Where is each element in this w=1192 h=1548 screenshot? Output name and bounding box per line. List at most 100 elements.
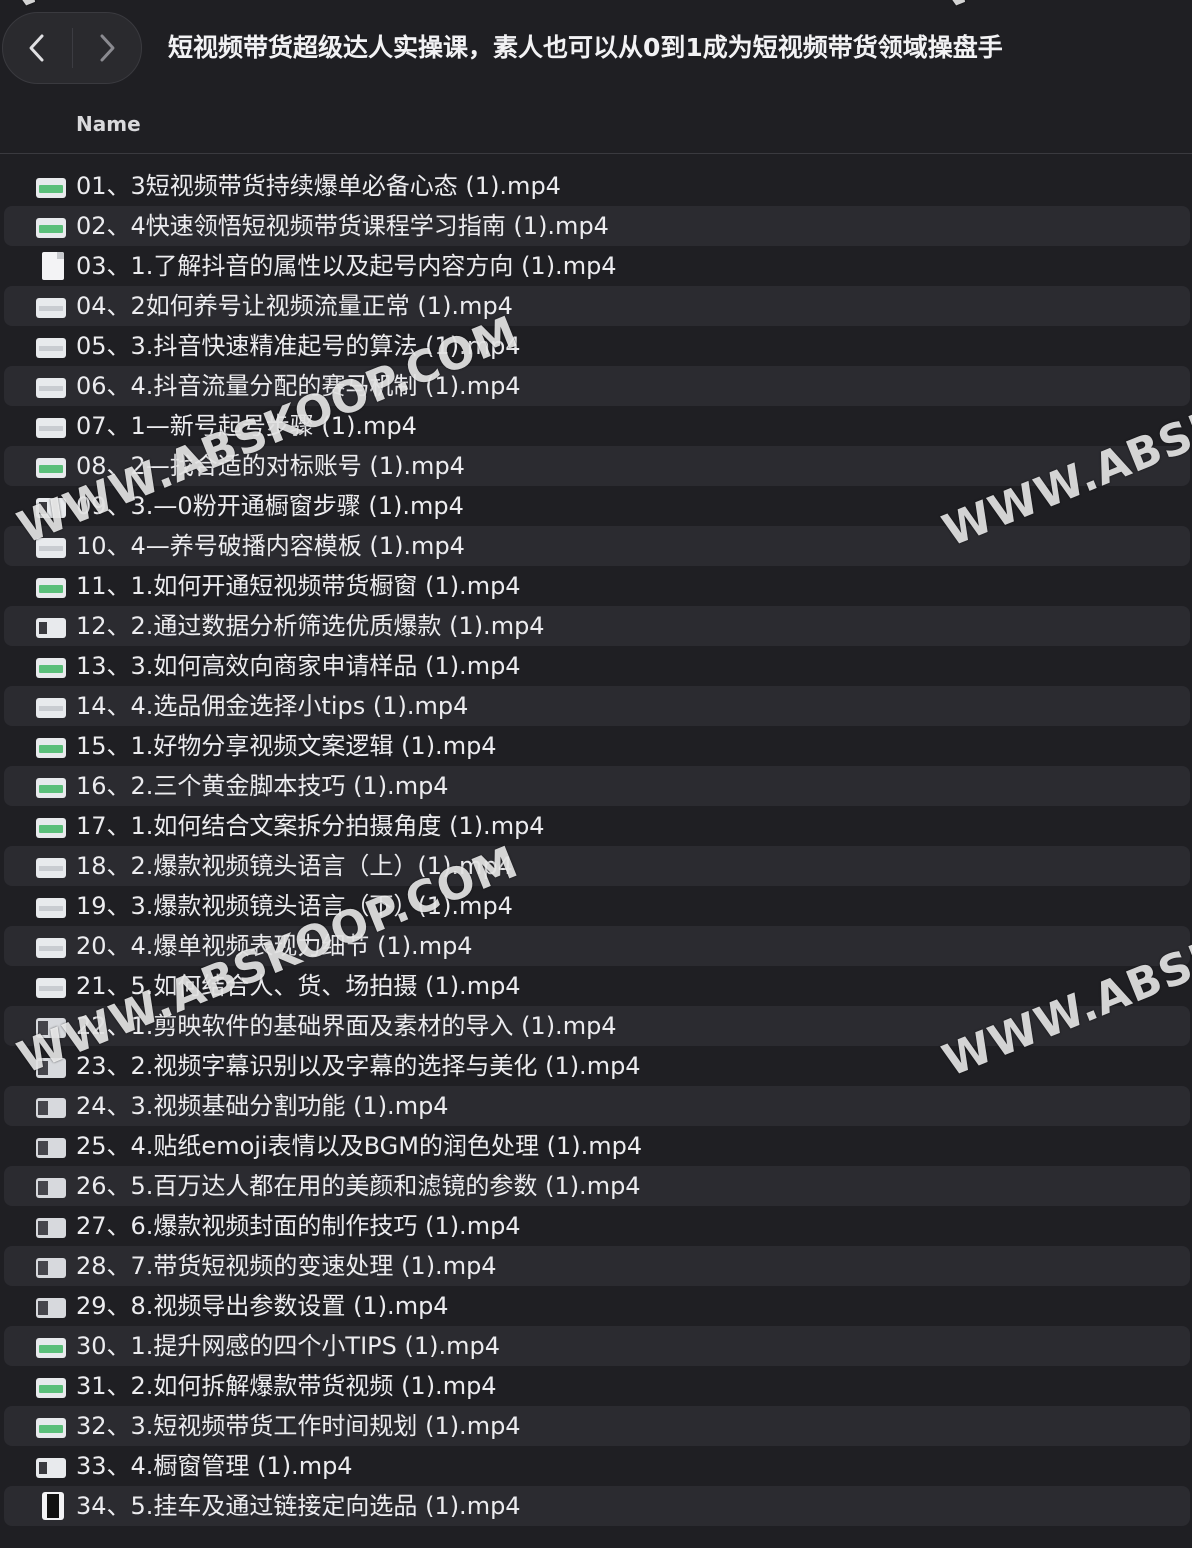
- video-file-icon: [36, 1138, 66, 1158]
- file-name: 25、4.贴纸emoji表情以及BGM的润色处理 (1).mp4: [76, 1132, 643, 1160]
- video-file-icon: [36, 858, 66, 878]
- file-name: 30、1.提升网感的四个小TIPS (1).mp4: [76, 1332, 501, 1360]
- chevron-left-icon: [29, 34, 44, 62]
- file-row[interactable]: 04、2如何养号让视频流量正常 (1).mp4: [4, 286, 1190, 326]
- file-row[interactable]: 32、3.短视频带货工作时间规划 (1).mp4: [4, 1406, 1190, 1446]
- file-name: 29、8.视频导出参数设置 (1).mp4: [76, 1292, 449, 1320]
- column-header: Name: [0, 100, 1192, 154]
- file-row[interactable]: 15、1.好物分享视频文案逻辑 (1).mp4: [4, 726, 1190, 766]
- video-file-icon: [36, 978, 66, 998]
- file-row[interactable]: 24、3.视频基础分割功能 (1).mp4: [4, 1086, 1190, 1126]
- video-file-icon: [36, 178, 66, 198]
- file-name: 15、1.好物分享视频文案逻辑 (1).mp4: [76, 732, 497, 760]
- file-name: 03、1.了解抖音的属性以及起号内容方向 (1).mp4: [76, 252, 617, 280]
- video-file-icon: [36, 898, 66, 918]
- video-file-icon: [36, 1098, 66, 1118]
- window-title: 短视频带货超级达人实操课，素人也可以从0到1成为短视频带货领域操盘手: [168, 33, 1003, 62]
- file-row[interactable]: 30、1.提升网感的四个小TIPS (1).mp4: [4, 1326, 1190, 1366]
- file-row[interactable]: 31、2.如何拆解爆款带货视频 (1).mp4: [4, 1366, 1190, 1406]
- file-list: 01、3短视频带货持续爆单必备心态 (1).mp4 02、4快速领悟短视频带货课程…: [0, 166, 1192, 1526]
- file-name: 14、4.选品佣金选择小tips (1).mp4: [76, 692, 469, 720]
- file-row[interactable]: 34、5.挂车及通过链接定向选品 (1).mp4: [4, 1486, 1190, 1526]
- video-file-icon: [36, 458, 66, 478]
- file-row[interactable]: 06、4.抖音流量分配的赛马机制 (1).mp4: [4, 366, 1190, 406]
- video-file-icon: [36, 1218, 66, 1238]
- video-file-icon: [36, 218, 66, 238]
- video-file-icon: [36, 658, 66, 678]
- file-row[interactable]: 11、1.如何开通短视频带货橱窗 (1).mp4: [4, 566, 1190, 606]
- file-row[interactable]: 14、4.选品佣金选择小tips (1).mp4: [4, 686, 1190, 726]
- file-name: 02、4快速领悟短视频带货课程学习指南 (1).mp4: [76, 212, 609, 240]
- file-name: 18、2.爆款视频镜头语言（上）(1).mp4: [76, 852, 513, 880]
- file-row[interactable]: 20、4.爆单视频表现力细节 (1).mp4: [4, 926, 1190, 966]
- file-row[interactable]: 12、2.通过数据分析筛选优质爆款 (1).mp4: [4, 606, 1190, 646]
- file-row[interactable]: 21、5.如何结合人、货、场拍摄 (1).mp4: [4, 966, 1190, 1006]
- file-name: 17、1.如何结合文案拆分拍摄角度 (1).mp4: [76, 812, 545, 840]
- file-row[interactable]: 18、2.爆款视频镜头语言（上）(1).mp4: [4, 846, 1190, 886]
- file-row[interactable]: 03、1.了解抖音的属性以及起号内容方向 (1).mp4: [4, 246, 1190, 286]
- file-name: 20、4.爆单视频表现力细节 (1).mp4: [76, 932, 473, 960]
- file-name: 05、3.抖音快速精准起号的算法 (1).mp4: [76, 332, 521, 360]
- video-file-icon: [42, 1492, 64, 1520]
- file-row[interactable]: 27、6.爆款视频封面的制作技巧 (1).mp4: [4, 1206, 1190, 1246]
- video-file-icon: [36, 1018, 66, 1038]
- file-row[interactable]: 02、4快速领悟短视频带货课程学习指南 (1).mp4: [4, 206, 1190, 246]
- file-row[interactable]: 17、1.如何结合文案拆分拍摄角度 (1).mp4: [4, 806, 1190, 846]
- file-row[interactable]: 13、3.如何高效向商家申请样品 (1).mp4: [4, 646, 1190, 686]
- file-row[interactable]: 16、2.三个黄金脚本技巧 (1).mp4: [4, 766, 1190, 806]
- name-column-header[interactable]: Name: [76, 112, 141, 136]
- video-file-icon: [36, 1458, 66, 1478]
- video-file-icon: [36, 578, 66, 598]
- video-file-icon: [36, 298, 66, 318]
- file-name: 06、4.抖音流量分配的赛马机制 (1).mp4: [76, 372, 521, 400]
- file-row[interactable]: 08、2—找合适的对标账号 (1).mp4: [4, 446, 1190, 486]
- file-row[interactable]: 05、3.抖音快速精准起号的算法 (1).mp4: [4, 326, 1190, 366]
- file-row[interactable]: 25、4.贴纸emoji表情以及BGM的润色处理 (1).mp4: [4, 1126, 1190, 1166]
- file-name: 12、2.通过数据分析筛选优质爆款 (1).mp4: [76, 612, 545, 640]
- file-row[interactable]: 29、8.视频导出参数设置 (1).mp4: [4, 1286, 1190, 1326]
- file-name: 26、5.百万达人都在用的美颜和滤镜的参数 (1).mp4: [76, 1172, 641, 1200]
- video-file-icon: [36, 1258, 66, 1278]
- file-name: 34、5.挂车及通过链接定向选品 (1).mp4: [76, 1492, 521, 1520]
- video-file-icon: [36, 338, 66, 358]
- video-file-icon: [36, 1298, 66, 1318]
- file-row[interactable]: 19、3.爆款视频镜头语言（下）(1).mp4: [4, 886, 1190, 926]
- file-name: 23、2.视频字幕识别以及字幕的选择与美化 (1).mp4: [76, 1052, 641, 1080]
- file-row[interactable]: 01、3短视频带货持续爆单必备心态 (1).mp4: [4, 166, 1190, 206]
- file-name: 08、2—找合适的对标账号 (1).mp4: [76, 452, 465, 480]
- video-file-icon: [36, 778, 66, 798]
- file-name: 27、6.爆款视频封面的制作技巧 (1).mp4: [76, 1212, 521, 1240]
- file-name: 24、3.视频基础分割功能 (1).mp4: [76, 1092, 449, 1120]
- file-name: 21、5.如何结合人、货、场拍摄 (1).mp4: [76, 972, 521, 1000]
- back-button[interactable]: [3, 13, 72, 83]
- file-name: 31、2.如何拆解爆款带货视频 (1).mp4: [76, 1372, 497, 1400]
- file-name: 16、2.三个黄金脚本技巧 (1).mp4: [76, 772, 449, 800]
- file-name: 04、2如何养号让视频流量正常 (1).mp4: [76, 292, 513, 320]
- file-row[interactable]: 09、3.—0粉开通橱窗步骤 (1).mp4: [4, 486, 1190, 526]
- toolbar: 短视频带货超级达人实操课，素人也可以从0到1成为短视频带货领域操盘手: [0, 0, 1192, 100]
- file-row[interactable]: 07、1—新号起号步骤 (1).mp4: [4, 406, 1190, 446]
- video-file-icon: [36, 1378, 66, 1398]
- video-file-icon: [36, 1338, 66, 1358]
- file-name: 22、1.剪映软件的基础界面及素材的导入 (1).mp4: [76, 1012, 617, 1040]
- file-row[interactable]: 10、4—养号破播内容模板 (1).mp4: [4, 526, 1190, 566]
- video-file-icon: [36, 698, 66, 718]
- video-file-icon: [36, 818, 66, 838]
- file-name: 32、3.短视频带货工作时间规划 (1).mp4: [76, 1412, 521, 1440]
- file-name: 09、3.—0粉开通橱窗步骤 (1).mp4: [76, 492, 464, 520]
- file-name: 01、3短视频带货持续爆单必备心态 (1).mp4: [76, 172, 561, 200]
- file-row[interactable]: 23、2.视频字幕识别以及字幕的选择与美化 (1).mp4: [4, 1046, 1190, 1086]
- chevron-right-icon: [100, 34, 115, 62]
- video-file-icon: [36, 498, 66, 518]
- file-name: 10、4—养号破播内容模板 (1).mp4: [76, 532, 465, 560]
- file-row[interactable]: 26、5.百万达人都在用的美颜和滤镜的参数 (1).mp4: [4, 1166, 1190, 1206]
- file-name: 11、1.如何开通短视频带货橱窗 (1).mp4: [76, 572, 521, 600]
- video-file-icon: [36, 1058, 66, 1078]
- file-name: 13、3.如何高效向商家申请样品 (1).mp4: [76, 652, 521, 680]
- file-row[interactable]: 33、4.橱窗管理 (1).mp4: [4, 1446, 1190, 1486]
- file-row[interactable]: 28、7.带货短视频的变速处理 (1).mp4: [4, 1246, 1190, 1286]
- video-file-icon: [36, 538, 66, 558]
- video-file-icon: [36, 738, 66, 758]
- file-row[interactable]: 22、1.剪映软件的基础界面及素材的导入 (1).mp4: [4, 1006, 1190, 1046]
- forward-button[interactable]: [73, 13, 142, 83]
